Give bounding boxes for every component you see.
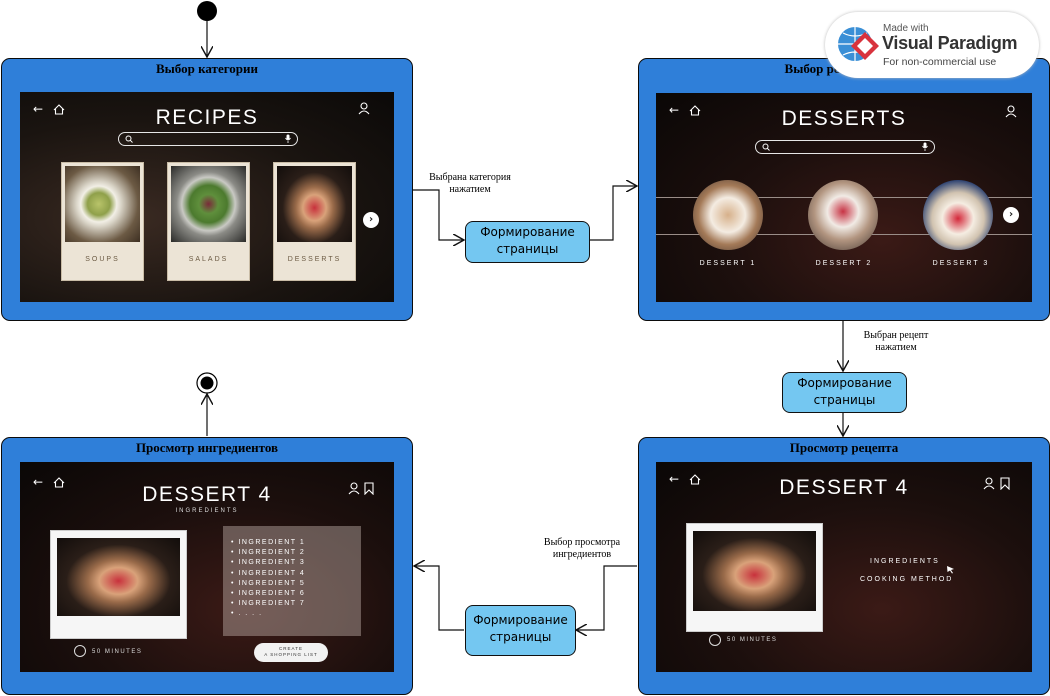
screen-title: DESSERT 4 [779, 476, 909, 499]
search-icon [762, 143, 770, 151]
soup-image [65, 166, 140, 242]
dessert-3-image[interactable] [923, 180, 993, 250]
transition-label-line: Выбрана категория [429, 172, 511, 183]
action-node-build-page-2[interactable]: Формирование страницы [782, 372, 907, 413]
category-card-salads[interactable]: SALADS [167, 162, 250, 281]
dessert-label: DESSERT 1 [699, 260, 757, 267]
card-label: DESSERTS [287, 256, 342, 263]
initial-node [197, 1, 217, 21]
card-label: SALADS [188, 256, 229, 263]
screen-ingredients: ← DESSERT 4 INGREDIENTS • INGREDIENT 1 •… [20, 462, 394, 672]
microphone-icon[interactable] [922, 142, 928, 151]
ingredient-item: • INGREDIENT 2 [231, 549, 306, 557]
chevron-right-icon[interactable]: › [1003, 207, 1019, 223]
watermark-non-commercial: For non-commercial use [883, 56, 997, 68]
state-recipe-select[interactable]: Выбор рецепта ← DESSERTS DESSERT 1 DESSE… [638, 58, 1050, 321]
search-icon [125, 135, 133, 143]
recipe-photo [50, 530, 187, 639]
state-category-select[interactable]: Выбор категории ← RECIPES SOUPS SALADS D… [1, 58, 413, 321]
state-title: Просмотр рецепта [789, 440, 899, 455]
recipe-view-to-action3-arrow [576, 565, 637, 630]
cooking-time: 50 MINUTES [92, 649, 143, 655]
clock-icon [709, 634, 721, 646]
action1-to-recipe-select-arrow [590, 186, 637, 241]
dessert-4-image [57, 538, 180, 616]
transition-label-line: ингредиентов [552, 549, 612, 560]
ingredients-list: • INGREDIENT 1 • INGREDIENT 2 • INGREDIE… [231, 538, 305, 620]
dessert-2-image[interactable] [808, 180, 878, 250]
microphone-icon[interactable] [285, 134, 291, 143]
category-card-soups[interactable]: SOUPS [61, 162, 144, 281]
action-label-line2: страницы [813, 393, 876, 407]
screen-recipes: ← RECIPES SOUPS SALADS DESSERTS › [20, 92, 394, 302]
dessert-1-image[interactable] [693, 180, 763, 250]
action-label-line1: Формирование [473, 613, 568, 627]
action-label-line1: Формирование [797, 376, 892, 390]
action3-to-ingredients-arrow [414, 566, 464, 631]
create-shopping-list-button[interactable]: CREATE A SHOPPING LIST [254, 643, 328, 662]
search-input[interactable] [118, 132, 298, 146]
transition-label-ingredients: Выбор просмотра ингредиентов [527, 537, 637, 561]
ingredient-item: • INGREDIENT 6 [231, 590, 306, 598]
ingredient-item: • INGREDIENT 5 [231, 579, 306, 587]
card-label: SOUPS [85, 256, 120, 263]
globe-logo-icon [838, 27, 879, 61]
screen-title: DESSERTS [781, 107, 907, 130]
visual-paradigm-watermark: Made with Visual Paradigm For non-commer… [825, 12, 1039, 78]
cooking-method-menu-item[interactable]: COOKING METHOD [860, 576, 953, 583]
cooking-time: 50 MINUTES [727, 637, 778, 643]
category-to-action1-arrow [413, 189, 464, 240]
transition-label-recipe: Выбран рецепт нажатием [844, 330, 948, 354]
transition-label-line: Выбор просмотра [543, 537, 621, 548]
screen-title: RECIPES [155, 106, 259, 129]
ingredient-item: • INGREDIENT 3 [231, 559, 306, 567]
action-node-build-page-3[interactable]: Формирование страницы [465, 605, 576, 656]
screen-subtitle: INGREDIENTS [175, 508, 239, 514]
clock-icon [74, 645, 86, 657]
cursor-icon [947, 566, 954, 574]
action-label-line1: Формирование [480, 225, 575, 239]
transition-label-line: нажатием [875, 342, 917, 353]
state-ingredients-view[interactable]: Просмотр ингредиентов ← DESSERT 4 INGRED… [1, 437, 413, 695]
button-label-line2: A SHOPPING LIST [264, 652, 318, 657]
dessert-image [277, 166, 352, 242]
screen-title: DESSERT 4 [142, 483, 272, 506]
transition-label-category: Выбрана категория нажатием [414, 172, 526, 196]
category-card-desserts[interactable]: DESSERTS [273, 162, 356, 281]
search-input[interactable] [755, 140, 935, 154]
dessert-label: DESSERT 3 [932, 260, 990, 267]
ingredients-menu-item[interactable]: INGREDIENTS [870, 558, 940, 565]
transition-label-line: нажатием [449, 184, 491, 195]
ingredient-item: • INGREDIENT 1 [231, 539, 306, 546]
action-label-line2: страницы [489, 630, 552, 644]
watermark-brand: Visual Paradigm [882, 33, 1018, 53]
chevron-right-icon[interactable]: › [363, 212, 379, 228]
action-label-line2: страницы [496, 242, 559, 256]
transition-label-line: Выбран рецепт [863, 330, 929, 341]
ingredient-item: • INGREDIENT 4 [231, 569, 306, 577]
state-title: Выбор категории [155, 61, 259, 76]
screen-dessert-4: ← DESSERT 4 INGREDIENTS COOKING METHOD 5… [656, 462, 1032, 672]
ingredient-item: • . . . . [231, 610, 263, 618]
state-recipe-view[interactable]: Просмотр рецепта ← DESSERT 4 INGREDIENTS… [638, 437, 1050, 695]
action-node-build-page-1[interactable]: Формирование страницы [465, 221, 590, 263]
dessert-label: DESSERT 2 [815, 260, 873, 267]
salad-image [171, 166, 246, 242]
screen-desserts: ← DESSERTS DESSERT 1 DESSERT 2 DESSERT 3… [656, 93, 1032, 302]
state-title: Просмотр ингредиентов [135, 440, 279, 455]
dessert-4-image [693, 531, 816, 611]
recipe-photo [686, 523, 823, 632]
ingredient-item: • INGREDIENT 7 [231, 600, 306, 608]
